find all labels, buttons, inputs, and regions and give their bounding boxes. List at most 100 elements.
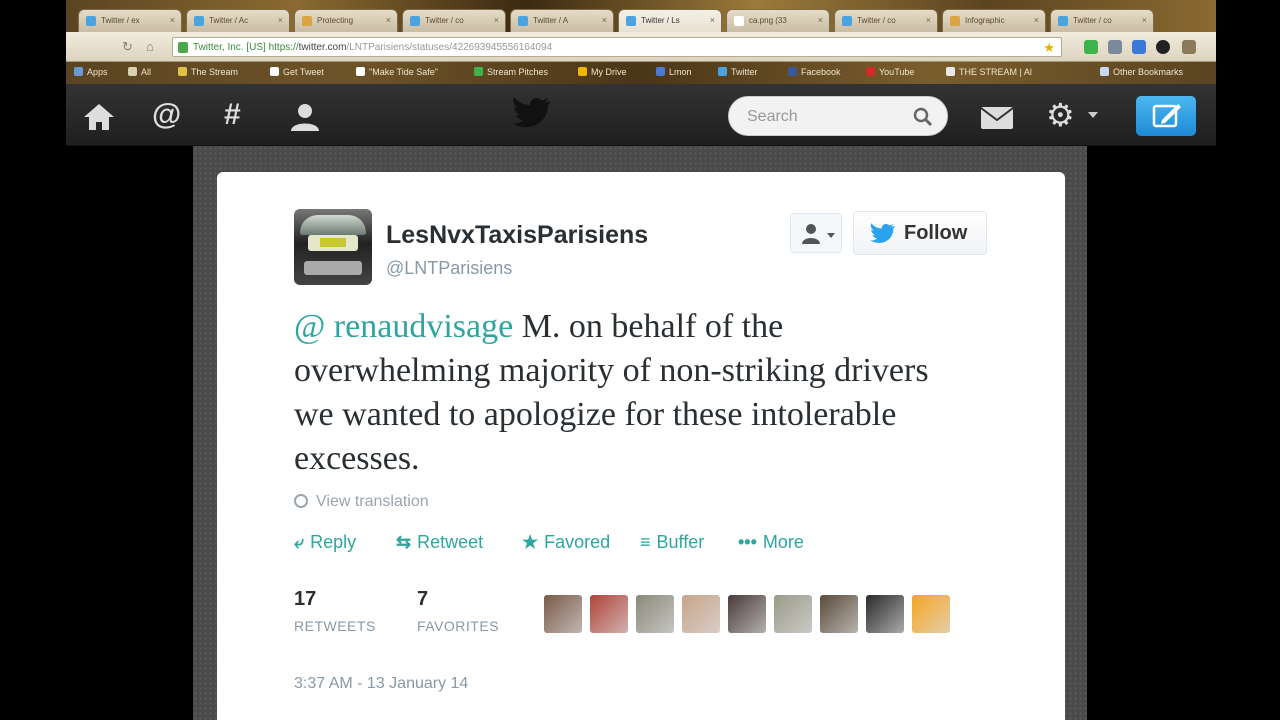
bookmark-item[interactable]: Other Bookmarks	[1100, 67, 1183, 77]
extension-icon[interactable]	[1156, 40, 1170, 54]
reload-icon[interactable]: ↻	[122, 39, 133, 55]
browser-tab[interactable]: Infographic ×	[942, 9, 1046, 32]
bookmark-star-icon[interactable]: ★	[1043, 40, 1055, 56]
favoriter-avatar[interactable]	[774, 595, 812, 633]
retweet-label: Retweet	[417, 532, 484, 552]
follow-label: Follow	[904, 222, 968, 244]
more-button[interactable]: ••• More	[738, 532, 804, 553]
close-tab-icon[interactable]: ×	[926, 15, 931, 25]
favoriter-avatar[interactable]	[866, 595, 904, 633]
favorite-button[interactable]: ★ Favored	[522, 532, 610, 553]
home-icon[interactable]	[82, 102, 116, 132]
user-actions-dropdown[interactable]	[790, 213, 842, 253]
user-handle[interactable]: @LNTParisiens	[386, 258, 512, 279]
bookmark-item[interactable]: Apps	[74, 67, 108, 77]
close-tab-icon[interactable]: ×	[710, 15, 715, 25]
compose-tweet-button[interactable]	[1136, 96, 1196, 136]
close-tab-icon[interactable]: ×	[818, 15, 823, 25]
url-scheme: https://	[268, 42, 299, 53]
display-name[interactable]: LesNvxTaxisParisiens	[386, 221, 648, 250]
bookmark-item[interactable]: YouTube	[866, 67, 914, 77]
chevron-down-icon	[827, 233, 835, 238]
browser-tab[interactable]: Twitter / Ls ×	[618, 9, 722, 32]
avatar[interactable]	[294, 209, 372, 285]
buffer-label: Buffer	[656, 532, 705, 552]
retweets-label[interactable]: RETWEETS	[294, 618, 376, 634]
menu-icon[interactable]	[1182, 40, 1196, 54]
close-tab-icon[interactable]: ×	[602, 15, 607, 25]
buffer-button[interactable]: ≡ Buffer	[640, 532, 704, 553]
bookmark-item[interactable]: All	[128, 67, 151, 77]
profile-icon[interactable]	[288, 102, 322, 132]
reply-icon: ⤶	[294, 532, 305, 552]
bookmark-item[interactable]: Stream Pitches	[474, 67, 548, 77]
browser-tab[interactable]: ca.png (33 ×	[726, 9, 830, 32]
favoriter-avatar[interactable]	[636, 595, 674, 633]
bookmark-item[interactable]: My Drive	[578, 67, 627, 77]
chevron-down-icon[interactable]	[1088, 112, 1098, 118]
star-icon: ★	[522, 532, 539, 552]
more-dots-icon: •••	[738, 532, 757, 552]
tweet-card: LesNvxTaxisParisiens @LNTParisiens Follo…	[217, 172, 1065, 720]
translate-label: View translation	[316, 493, 429, 510]
messages-icon[interactable]	[980, 106, 1014, 130]
close-tab-icon[interactable]: ×	[494, 15, 499, 25]
extension-icon[interactable]	[1084, 40, 1098, 54]
bookmark-item[interactable]: Twitter	[718, 67, 758, 77]
tab-strip: Twitter / ex × Twitter / Ac × Protecting × Twi…	[66, 0, 1216, 32]
compose-icon	[1152, 104, 1181, 128]
follow-button[interactable]: Follow	[853, 211, 987, 255]
bookmark-item[interactable]: Facebook	[788, 67, 841, 77]
extension-icon[interactable]	[1108, 40, 1122, 54]
url-host: twitter.com	[298, 42, 347, 53]
browser-tab[interactable]: Twitter / co ×	[1050, 9, 1154, 32]
address-bar[interactable]: Twitter, Inc. [US] https://twitter.com/L…	[172, 37, 1062, 57]
search-input[interactable]: Search	[728, 96, 948, 136]
mention-link[interactable]: @ renaudvisage	[294, 308, 513, 345]
connect-icon[interactable]: @	[152, 100, 181, 130]
browser-tab[interactable]: Twitter / Ac ×	[186, 9, 290, 32]
reply-button[interactable]: ⤶ Reply	[294, 532, 356, 553]
browser-tab[interactable]: Protecting ×	[294, 9, 398, 32]
close-tab-icon[interactable]: ×	[170, 15, 175, 25]
browser-tab[interactable]: Twitter / co ×	[402, 9, 506, 32]
bookmark-item[interactable]: Lmon	[656, 67, 692, 77]
favoriter-avatar[interactable]	[820, 595, 858, 633]
retweets-count[interactable]: 17	[294, 588, 316, 611]
close-tab-icon[interactable]: ×	[1034, 15, 1039, 25]
view-translation-link[interactable]: View translation	[294, 493, 429, 511]
twitter-bird-icon	[870, 223, 895, 243]
browser-tab[interactable]: Twitter / co ×	[834, 9, 938, 32]
favorites-count[interactable]: 7	[417, 588, 428, 611]
url-path: /LNTParisiens/statuses/42269394555616409…	[346, 42, 553, 53]
bookmark-item[interactable]: "Make Tide Safe"	[356, 67, 438, 77]
toolbar: ↻ ⌂ Twitter, Inc. [US] https://twitter.c…	[66, 32, 1216, 62]
favoriter-avatar[interactable]	[682, 595, 720, 633]
search-icon[interactable]	[913, 107, 933, 127]
buffer-icon: ≡	[640, 532, 651, 552]
favoriter-avatar[interactable]	[590, 595, 628, 633]
lock-icon	[178, 42, 188, 53]
favoriter-avatar[interactable]	[544, 595, 582, 633]
twitter-bird-icon[interactable]	[512, 96, 552, 128]
bookmark-item[interactable]: The Stream	[178, 67, 238, 77]
bookmark-item[interactable]: THE STREAM | Al	[946, 67, 1032, 77]
twitter-nav: @ # Search ⚙	[66, 84, 1216, 146]
favorites-label[interactable]: FAVORITES	[417, 618, 499, 634]
tweet-timestamp: 3:37 AM - 13 January 14	[294, 675, 469, 692]
browser-tab[interactable]: Twitter / A ×	[510, 9, 614, 32]
favoriter-avatar[interactable]	[912, 595, 950, 633]
browser-tab[interactable]: Twitter / ex ×	[78, 9, 182, 32]
bookmark-item[interactable]: Get Tweet	[270, 67, 324, 77]
home-icon[interactable]: ⌂	[146, 39, 154, 54]
user-icon	[802, 224, 820, 244]
close-tab-icon[interactable]: ×	[1142, 15, 1147, 25]
retweet-icon: ⇆	[396, 532, 412, 552]
retweet-button[interactable]: ⇆ Retweet	[396, 532, 483, 553]
close-tab-icon[interactable]: ×	[386, 15, 391, 25]
discover-icon[interactable]: #	[224, 100, 241, 130]
settings-gear-icon[interactable]: ⚙	[1046, 99, 1075, 131]
favoriter-avatar[interactable]	[728, 595, 766, 633]
extension-icon[interactable]	[1132, 40, 1146, 54]
close-tab-icon[interactable]: ×	[278, 15, 283, 25]
